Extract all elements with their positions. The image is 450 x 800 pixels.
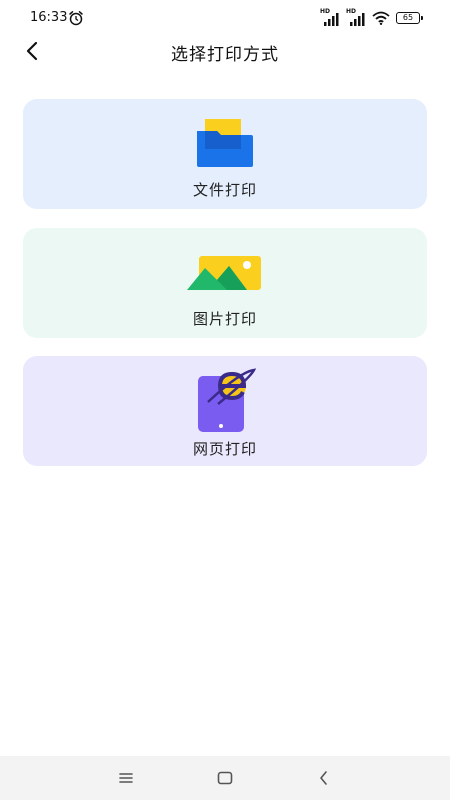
folder-icon <box>197 119 253 167</box>
web-print-option[interactable]: 网页打印 <box>23 356 427 466</box>
header: 选择打印方式 <box>0 36 450 68</box>
alarm-icon <box>69 11 83 26</box>
battery-icon: 65 <box>396 12 423 24</box>
signal-hd-label: HD <box>346 8 357 15</box>
signal-icon: HD <box>320 8 340 26</box>
image-icon <box>187 256 261 290</box>
signal-icon: HD <box>346 8 366 26</box>
system-nav-bar <box>0 756 450 800</box>
wifi-icon <box>372 11 390 25</box>
file-print-option[interactable]: 文件打印 <box>23 99 427 209</box>
web-print-label: 网页打印 <box>192 440 257 458</box>
menu-icon[interactable] <box>116 768 136 788</box>
image-print-label: 图片打印 <box>192 310 257 328</box>
back-icon[interactable] <box>314 768 334 788</box>
status-icons: HD HD 65 <box>320 8 423 27</box>
page-title: 选择打印方式 <box>171 45 279 65</box>
file-print-label: 文件打印 <box>192 181 257 199</box>
signal-hd-label: HD <box>320 8 331 15</box>
image-print-option[interactable]: 图片打印 <box>23 228 427 338</box>
status-time: 16:33 <box>30 10 68 25</box>
web-browser-icon <box>198 368 257 432</box>
status-bar: 16:33 HD HD 65 <box>0 0 450 36</box>
home-icon[interactable] <box>215 768 235 788</box>
